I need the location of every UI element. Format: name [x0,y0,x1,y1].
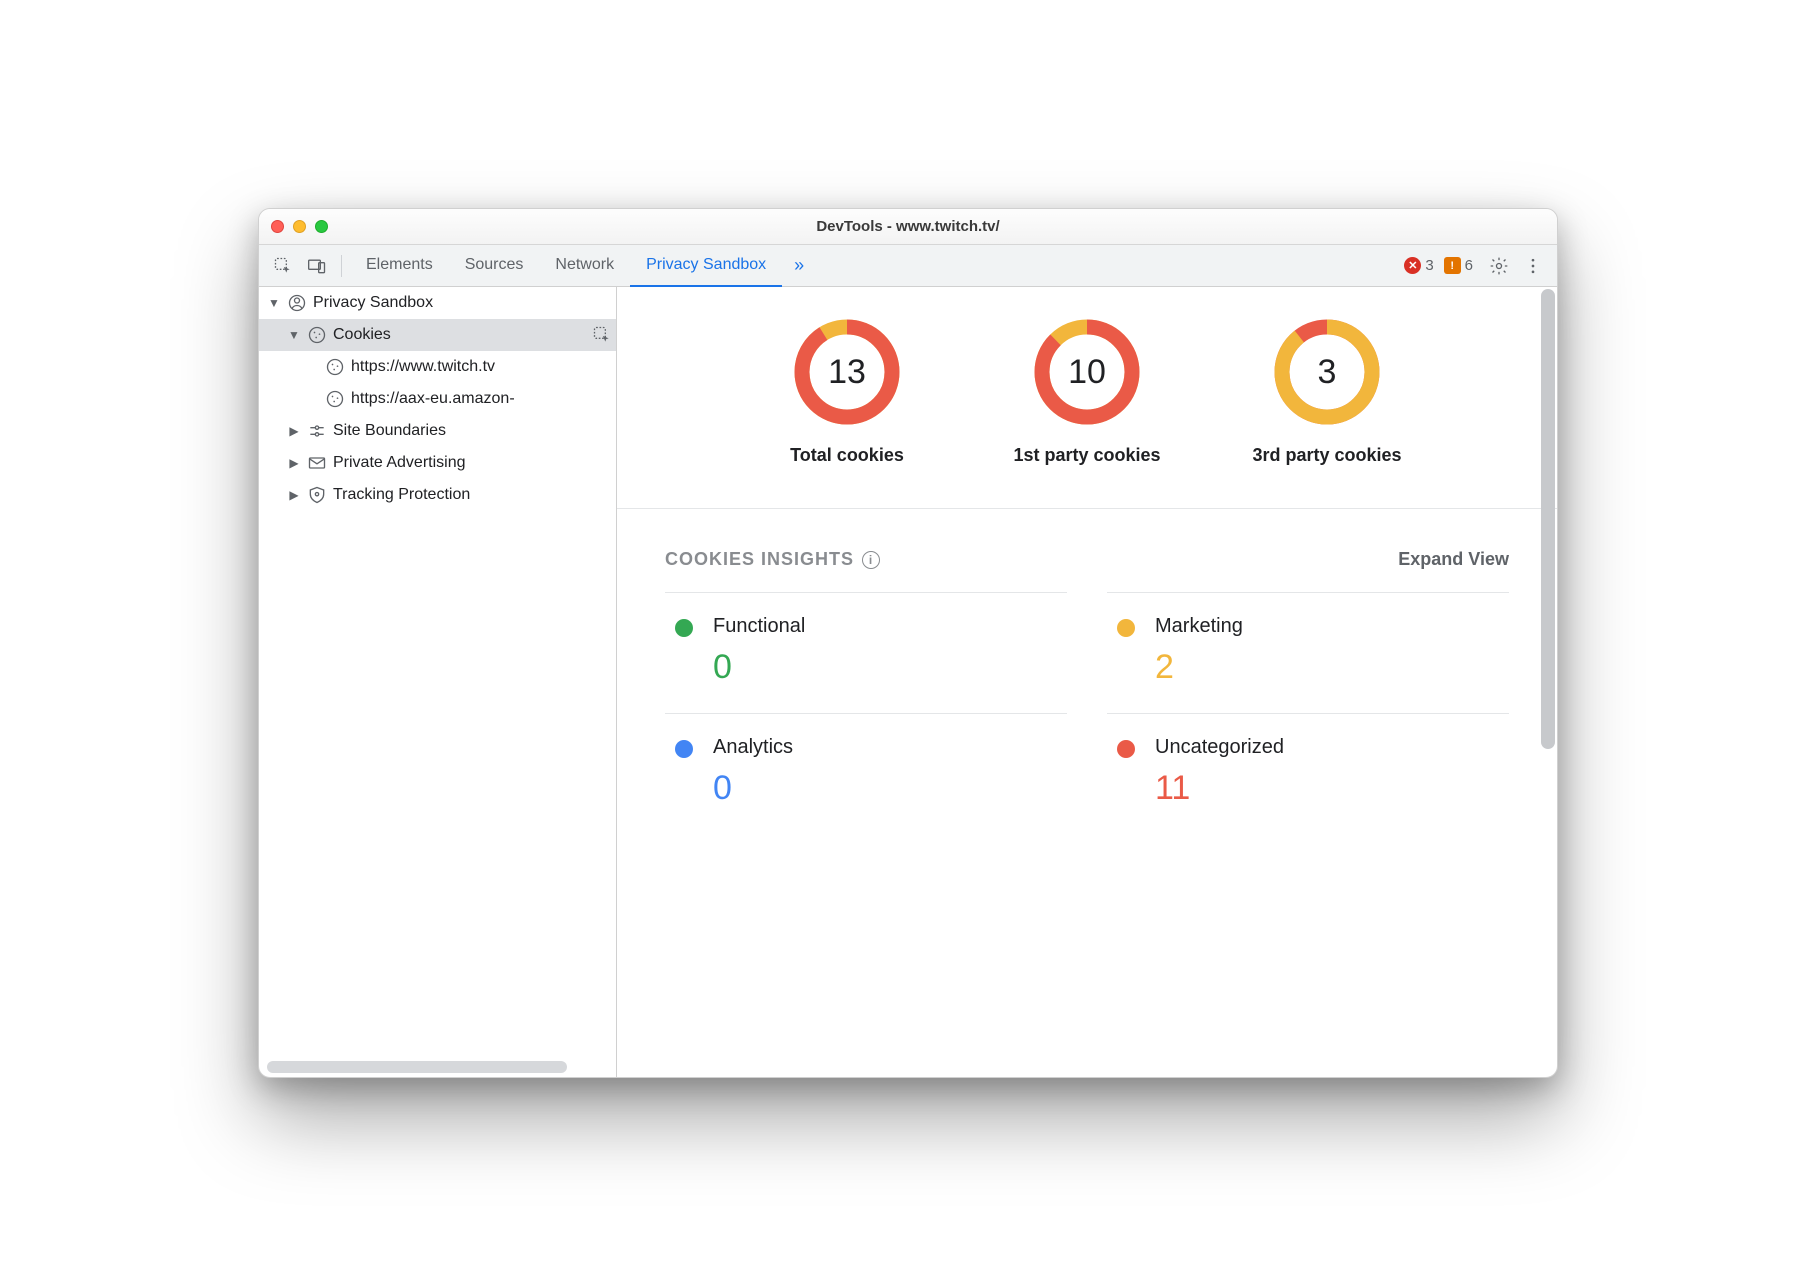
insights-header: COOKIES INSIGHTS i Expand View [665,549,1509,570]
cookie-icon [325,357,345,377]
chevron-right-icon: ▶ [287,424,301,438]
insight-functional[interactable]: Functional 0 [665,592,1067,713]
sidebar-label: Tracking Protection [333,486,470,504]
tab-sources[interactable]: Sources [449,245,540,287]
privacy-sandbox-icon [287,293,307,313]
ring-third-party-cookies[interactable]: 3 3rd party cookies [1237,317,1417,468]
tab-network[interactable]: Network [539,245,630,287]
sidebar-cookie-origin[interactable]: https://aax-eu.amazon- [259,383,616,415]
shield-icon [307,485,327,505]
cookie-icon [307,325,327,345]
sidebar-cookie-origin[interactable]: https://www.twitch.tv [259,351,616,383]
insights-grid: Functional 0 Marketing 2 [665,592,1509,834]
legend-dot-icon [1117,619,1135,637]
sidebar-label: https://aax-eu.amazon- [351,390,515,408]
insight-label: Uncategorized [1155,736,1284,759]
status-badges: ✕ 3 ! 6 [1404,257,1473,274]
sidebar-label: Private Advertising [333,454,466,472]
chevron-right-icon: ▶ [287,456,301,470]
chevron-down-icon: ▼ [267,296,281,310]
window-title: DevTools - www.twitch.tv/ [259,218,1557,235]
sidebar-item-site-boundaries[interactable]: ▶ Site Boundaries [259,415,616,447]
tab-elements[interactable]: Elements [350,245,449,287]
info-icon[interactable]: i [862,551,880,569]
sidebar-label: Site Boundaries [333,422,446,440]
traffic-lights [271,220,328,233]
error-icon: ✕ [1404,257,1421,274]
device-toolbar-icon[interactable] [301,250,333,282]
ring-label: Total cookies [790,443,904,468]
main-vertical-scrollbar[interactable] [1541,289,1555,749]
ring-chart: 13 [792,317,902,427]
warnings-badge[interactable]: ! 6 [1444,257,1473,274]
insight-label: Marketing [1155,615,1243,638]
sidebar-label: Privacy Sandbox [313,294,433,312]
window-titlebar: DevTools - www.twitch.tv/ [259,209,1557,245]
insight-value: 0 [713,648,805,687]
chevron-right-icon: ▶ [287,488,301,502]
insight-value: 2 [1155,648,1243,687]
mail-icon [307,453,327,473]
insights-title: COOKIES INSIGHTS i [665,549,880,570]
sidebar-label: https://www.twitch.tv [351,358,495,376]
devtools-window: DevTools - www.twitch.tv/ Elements Sourc… [258,208,1558,1078]
insight-uncategorized[interactable]: Uncategorized 11 [1107,713,1509,834]
tab-privacy-sandbox[interactable]: Privacy Sandbox [630,245,782,287]
ring-first-party-cookies[interactable]: 10 1st party cookies [997,317,1177,468]
more-tabs-button[interactable]: » [784,255,814,276]
cookie-summary-rings: 13 Total cookies 10 1st party cookies [617,287,1557,509]
kebab-menu-icon[interactable] [1517,250,1549,282]
warning-icon: ! [1444,257,1461,274]
minimize-window-button[interactable] [293,220,306,233]
ring-chart: 3 [1272,317,1382,427]
sidebar-label: Cookies [333,326,391,344]
devtools-body: ▼ Privacy Sandbox ▼ Cookies [259,287,1557,1077]
chevron-down-icon: ▼ [287,328,301,342]
cookies-insights-section: COOKIES INSIGHTS i Expand View Functiona… [617,509,1557,874]
expand-view-button[interactable]: Expand View [1398,549,1509,570]
ring-value: 10 [1032,317,1142,427]
ring-value: 13 [792,317,902,427]
legend-dot-icon [675,740,693,758]
sidebar-item-privacy-sandbox[interactable]: ▼ Privacy Sandbox [259,287,616,319]
insight-label: Functional [713,615,805,638]
inspect-element-icon[interactable] [267,250,299,282]
ring-value: 3 [1272,317,1382,427]
ring-total-cookies[interactable]: 13 Total cookies [757,317,937,468]
close-window-button[interactable] [271,220,284,233]
sidebar-item-cookies[interactable]: ▼ Cookies [259,319,616,351]
insight-analytics[interactable]: Analytics 0 [665,713,1067,834]
insight-value: 0 [713,769,793,808]
legend-dot-icon [675,619,693,637]
insight-label: Analytics [713,736,793,759]
sidebar-item-tracking-protection[interactable]: ▶ Tracking Protection [259,479,616,511]
inspect-cookies-icon[interactable] [588,325,616,345]
insight-value: 11 [1155,769,1284,808]
site-boundaries-icon [307,421,327,441]
toolbar-separator [341,255,342,277]
legend-dot-icon [1117,740,1135,758]
ring-label: 3rd party cookies [1252,443,1401,468]
ring-chart: 10 [1032,317,1142,427]
maximize-window-button[interactable] [315,220,328,233]
sidebar: ▼ Privacy Sandbox ▼ Cookies [259,287,617,1077]
ring-label: 1st party cookies [1013,443,1160,468]
devtools-tabs: Elements Sources Network Privacy Sandbox [350,245,782,286]
main-panel: 13 Total cookies 10 1st party cookies [617,287,1557,1077]
errors-count: 3 [1425,257,1433,274]
cookie-icon [325,389,345,409]
sidebar-item-private-advertising[interactable]: ▶ Private Advertising [259,447,616,479]
settings-icon[interactable] [1483,250,1515,282]
sidebar-horizontal-scrollbar[interactable] [267,1061,567,1073]
devtools-toolbar: Elements Sources Network Privacy Sandbox… [259,245,1557,287]
warnings-count: 6 [1465,257,1473,274]
insight-marketing[interactable]: Marketing 2 [1107,592,1509,713]
errors-badge[interactable]: ✕ 3 [1404,257,1433,274]
